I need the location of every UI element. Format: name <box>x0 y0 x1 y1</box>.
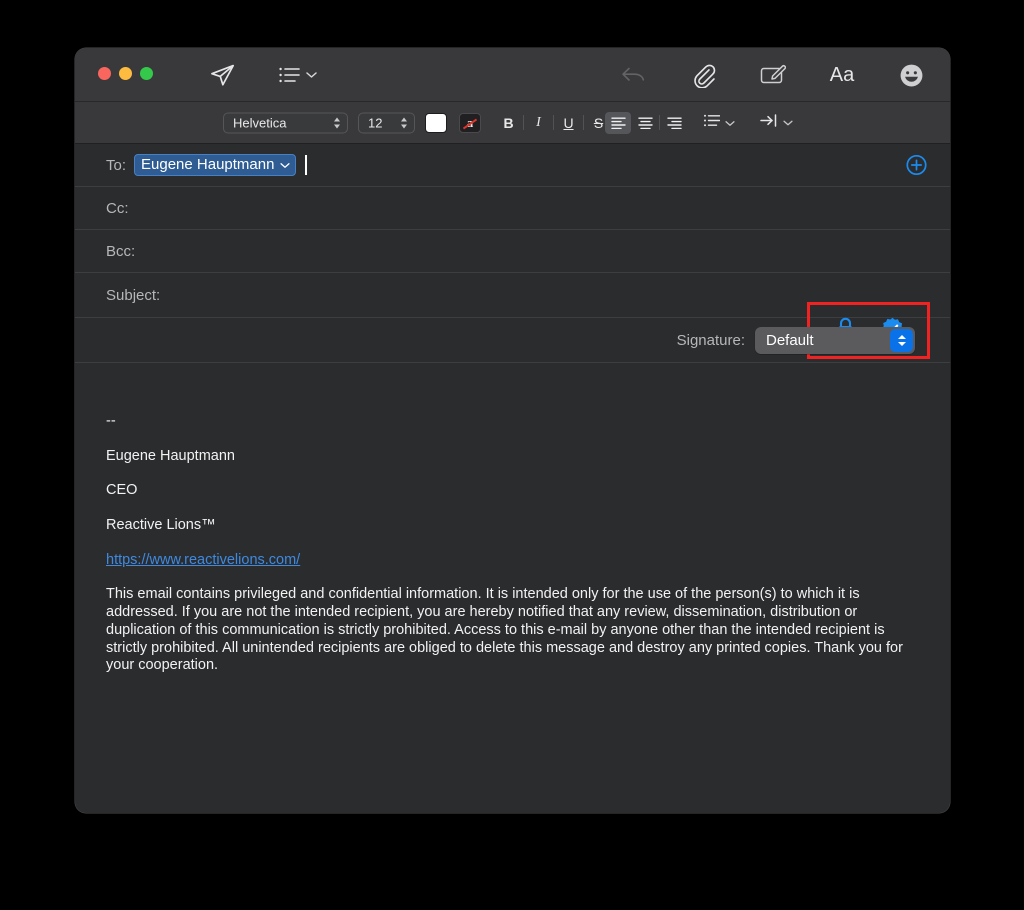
list-icon <box>278 66 301 84</box>
format-toolbar: Helvetica 12 a B I U S <box>75 102 950 144</box>
bold-button[interactable]: B <box>498 112 519 134</box>
underline-button[interactable]: U <box>558 112 579 134</box>
photos-button[interactable] <box>949 48 950 102</box>
chevron-down-icon[interactable] <box>280 156 291 173</box>
text-cursor <box>305 155 308 175</box>
message-body[interactable]: -- Eugene Hauptmann CEO Reactive Lions™ … <box>75 363 950 675</box>
font-size-select[interactable]: 12 <box>358 112 415 133</box>
header-fields-button[interactable] <box>267 48 327 102</box>
font-family-stepper-icon <box>329 114 344 131</box>
close-button[interactable] <box>98 67 111 80</box>
highlight-color-button[interactable]: a <box>459 112 481 133</box>
cc-label: Cc: <box>106 199 129 217</box>
divider <box>583 115 584 130</box>
font-family-select[interactable]: Helvetica <box>223 112 348 133</box>
signature-sender-title: CEO <box>106 482 138 499</box>
attach-button[interactable] <box>681 48 725 102</box>
font-size-value: 12 <box>368 115 383 130</box>
text-style-group: B I U S <box>498 112 609 134</box>
header-fields: To: Eugene Hauptmann Cc: Bcc: Subject: S… <box>75 144 950 363</box>
undo-button[interactable] <box>611 48 655 102</box>
text-highlight-icon: a <box>459 112 481 133</box>
font-family-value: Helvetica <box>233 115 287 130</box>
align-center-button[interactable] <box>632 112 658 134</box>
divider <box>553 115 554 130</box>
window-titlebar: Aa <box>75 48 950 102</box>
signature-website-link[interactable]: https://www.reactivelions.com/ <box>106 552 300 568</box>
divider <box>659 115 660 130</box>
list-style-button[interactable] <box>703 114 735 132</box>
divider <box>523 115 524 130</box>
signature-value: Default <box>766 331 814 349</box>
signature-select[interactable]: Default <box>755 326 915 354</box>
chevron-down-icon <box>783 114 793 132</box>
markup-icon <box>758 63 786 87</box>
subject-field-row[interactable]: Subject: <box>75 273 950 359</box>
chevron-down-icon <box>725 114 735 132</box>
alignment-group <box>605 111 687 134</box>
add-recipient-button[interactable] <box>906 154 927 176</box>
align-left-button[interactable] <box>605 111 631 134</box>
minimize-button[interactable] <box>119 67 132 80</box>
cc-field-row[interactable]: Cc: <box>75 187 950 230</box>
indent-button[interactable] <box>760 113 793 132</box>
mail-compose-window: Aa Helvetica 12 a B I U S To: Eugene Hau… <box>75 48 950 813</box>
bcc-field-row[interactable]: Bcc: <box>75 230 950 273</box>
signature-company: Reactive Lions™ <box>106 517 216 534</box>
recipient-name: Eugene Hauptmann <box>141 156 275 173</box>
markup-button[interactable] <box>750 48 794 102</box>
to-label: To: <box>106 156 127 174</box>
font-size-stepper-icon <box>396 114 411 131</box>
bcc-label: Bcc: <box>106 242 136 260</box>
chevron-down-icon <box>305 71 317 79</box>
signature-disclaimer: This email contains privileged and confi… <box>106 586 903 674</box>
traffic-light-group <box>98 67 153 80</box>
undo-arrow-icon <box>620 63 647 87</box>
align-right-button[interactable] <box>661 112 687 134</box>
paperclip-icon <box>690 62 716 88</box>
zoom-button[interactable] <box>140 67 153 80</box>
emoji-icon <box>899 63 924 88</box>
send-button[interactable] <box>200 48 244 102</box>
signature-label: Signature: <box>676 331 745 349</box>
signature-row: Signature: Default <box>75 318 950 363</box>
emoji-button[interactable] <box>889 48 933 102</box>
signature-sender-name: Eugene Hauptmann <box>106 447 235 464</box>
text-color-button[interactable] <box>425 112 447 133</box>
italic-button[interactable]: I <box>528 112 549 134</box>
recipient-token[interactable]: Eugene Hauptmann <box>134 154 297 176</box>
indent-icon <box>760 113 778 132</box>
to-field-row[interactable]: To: Eugene Hauptmann <box>75 144 950 187</box>
format-button[interactable]: Aa <box>819 48 865 102</box>
send-icon <box>209 62 236 89</box>
color-swatch-icon <box>425 112 447 133</box>
signature-separator: -- <box>106 413 116 429</box>
subject-label: Subject: <box>106 286 161 304</box>
text-format-icon: Aa <box>829 63 855 86</box>
stepper-arrows-icon[interactable] <box>890 328 913 352</box>
bullet-list-icon <box>703 114 721 132</box>
